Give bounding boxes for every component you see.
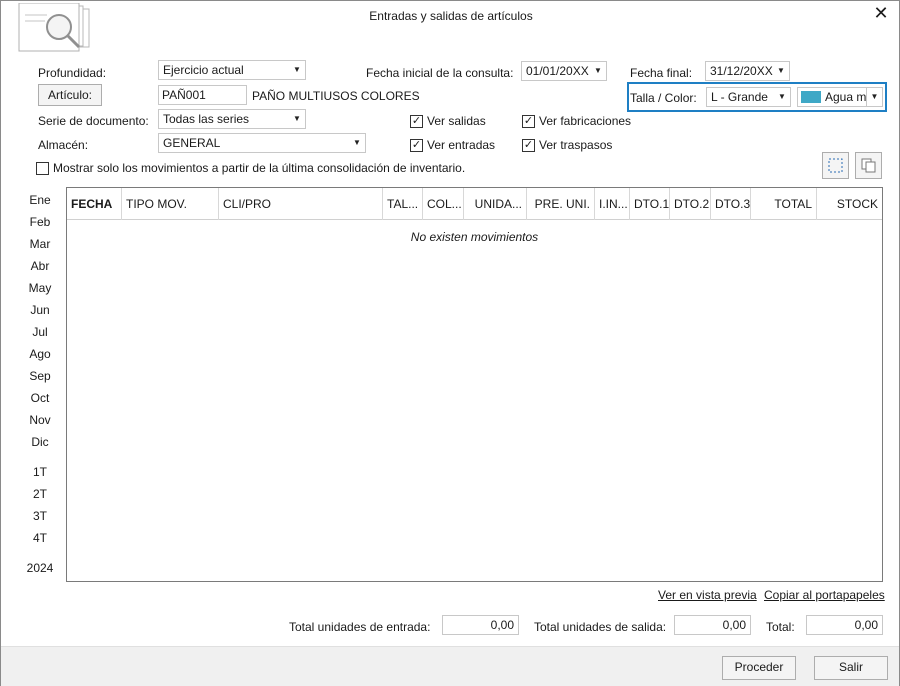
fecha-inicial-picker[interactable]: 01/01/20XX ▼ <box>521 61 607 81</box>
checkbox-unchecked-icon[interactable] <box>36 161 49 175</box>
copy-button[interactable] <box>855 152 882 179</box>
ver-fabricaciones-label: Ver fabricaciones <box>539 114 632 128</box>
total-entrada-label: Total unidades de entrada: <box>289 620 431 634</box>
ver-salidas-label: Ver salidas <box>427 114 486 128</box>
col-talla[interactable]: TAL... <box>383 188 423 220</box>
month-ene[interactable]: Ene <box>21 193 59 207</box>
month-abr[interactable]: Abr <box>21 259 59 273</box>
chevron-down-icon: ▼ <box>777 66 785 75</box>
color-swatch <box>801 91 821 103</box>
chevron-down-icon: ▼ <box>353 138 361 147</box>
mostrar-consolidacion-checkbox[interactable]: Mostrar solo los movimientos a partir de… <box>36 161 465 175</box>
col-total[interactable]: TOTAL <box>751 188 817 220</box>
col-dto3[interactable]: DTO.3 <box>711 188 751 220</box>
profundidad-value: Ejercicio actual <box>163 63 244 77</box>
total-value: 0,00 <box>806 615 883 635</box>
proceder-button[interactable]: Proceder <box>722 656 796 680</box>
ver-traspasos-label: Ver traspasos <box>539 138 613 152</box>
checkbox-checked-icon[interactable]: ✓ <box>522 114 535 128</box>
checkbox-checked-icon[interactable]: ✓ <box>522 138 535 152</box>
col-dto2[interactable]: DTO.2 <box>670 188 711 220</box>
articulo-code-input[interactable]: PAÑ001 <box>158 85 247 105</box>
articulo-name: PAÑO MULTIUSOS COLORES <box>252 89 420 103</box>
col-cli-pro[interactable]: CLI/PRO <box>219 188 383 220</box>
serie-value: Todas las series <box>163 112 250 126</box>
ver-entradas-label: Ver entradas <box>427 138 496 152</box>
total-salida-label: Total unidades de salida: <box>534 620 667 634</box>
close-icon[interactable]: ✕ <box>871 4 891 24</box>
grid-empty-message: No existen movimientos <box>410 230 539 244</box>
col-impuesto[interactable]: I.IN... <box>595 188 630 220</box>
fecha-final-picker[interactable]: 31/12/20XX ▼ <box>705 61 790 81</box>
select-area-button[interactable] <box>822 152 849 179</box>
month-jul[interactable]: Jul <box>21 325 59 339</box>
dialog-window: Entradas y salidas de artículos ✕ Profun… <box>0 0 900 686</box>
year-selector[interactable]: 2024 <box>21 561 59 575</box>
quarter-3t[interactable]: 3T <box>21 509 59 523</box>
movements-grid[interactable]: FECHA TIPO MOV. CLI/PRO TAL... COL... UN… <box>66 187 883 582</box>
mostrar-consolidacion-label: Mostrar solo los movimientos a partir de… <box>53 161 466 175</box>
serie-select[interactable]: Todas las series ▼ <box>158 109 306 129</box>
ver-entradas-checkbox[interactable]: ✓ Ver entradas <box>410 138 495 152</box>
almacen-label: Almacén: <box>38 138 89 152</box>
chevron-down-icon: ▼ <box>594 66 602 75</box>
vista-previa-link[interactable]: Ver en vista previa <box>658 588 757 602</box>
month-may[interactable]: May <box>21 281 59 295</box>
col-precio-unitario[interactable]: PRE. UNI. <box>527 188 595 220</box>
month-nov[interactable]: Nov <box>21 413 59 427</box>
month-feb[interactable]: Feb <box>21 215 59 229</box>
color-value: Agua m <box>825 90 867 104</box>
total-label: Total: <box>766 620 795 634</box>
ver-fabricaciones-checkbox[interactable]: ✓ Ver fabricaciones <box>522 114 631 128</box>
month-sep[interactable]: Sep <box>21 369 59 383</box>
month-ago[interactable]: Ago <box>21 347 59 361</box>
copiar-portapapeles-link[interactable]: Copiar al portapapeles <box>764 588 885 602</box>
talla-value: L - Grande <box>711 90 768 104</box>
talla-color-label: Talla / Color: <box>630 91 697 105</box>
checkbox-checked-icon[interactable]: ✓ <box>410 114 423 128</box>
month-oct[interactable]: Oct <box>21 391 59 405</box>
almacen-value: GENERAL <box>163 136 221 150</box>
chevron-down-icon: ▼ <box>293 114 301 123</box>
salir-button[interactable]: Salir <box>814 656 888 680</box>
quarter-4t[interactable]: 4T <box>21 531 59 545</box>
month-dic[interactable]: Dic <box>21 435 59 449</box>
articulo-button[interactable]: Artículo: <box>38 84 102 106</box>
color-select[interactable]: Agua m ▼ <box>797 87 883 107</box>
month-jun[interactable]: Jun <box>21 303 59 317</box>
fecha-inicial-value: 01/01/20XX <box>526 64 589 78</box>
grid-header: FECHA TIPO MOV. CLI/PRO TAL... COL... UN… <box>67 188 882 220</box>
fecha-inicial-label: Fecha inicial de la consulta: <box>366 66 514 80</box>
chevron-down-icon: ▼ <box>293 65 301 74</box>
fecha-final-value: 31/12/20XX <box>710 64 773 78</box>
ver-salidas-checkbox[interactable]: ✓ Ver salidas <box>410 114 486 128</box>
total-salida-value: 0,00 <box>674 615 751 635</box>
checkbox-checked-icon[interactable]: ✓ <box>410 138 423 152</box>
col-color[interactable]: COL... <box>423 188 464 220</box>
total-entrada-value: 0,00 <box>442 615 519 635</box>
quarter-1t[interactable]: 1T <box>21 465 59 479</box>
col-stock[interactable]: STOCK <box>817 188 882 220</box>
select-area-icon <box>828 158 843 173</box>
copy-icon <box>861 158 876 173</box>
quarter-2t[interactable]: 2T <box>21 487 59 501</box>
col-fecha[interactable]: FECHA <box>67 188 122 220</box>
window-title: Entradas y salidas de artículos <box>369 9 533 23</box>
chevron-down-icon: ▼ <box>778 92 786 101</box>
col-unidades[interactable]: UNIDA... <box>464 188 527 220</box>
almacen-select[interactable]: GENERAL ▼ <box>158 133 366 153</box>
chevron-down-icon: ▼ <box>866 88 882 106</box>
ver-traspasos-checkbox[interactable]: ✓ Ver traspasos <box>522 138 612 152</box>
col-dto1[interactable]: DTO.1 <box>630 188 670 220</box>
month-mar[interactable]: Mar <box>21 237 59 251</box>
profundidad-select[interactable]: Ejercicio actual ▼ <box>158 60 306 80</box>
serie-label: Serie de documento: <box>38 114 149 128</box>
talla-select[interactable]: L - Grande ▼ <box>706 87 791 107</box>
col-tipo-mov[interactable]: TIPO MOV. <box>122 188 219 220</box>
profundidad-label: Profundidad: <box>38 66 107 80</box>
fecha-final-label: Fecha final: <box>630 66 693 80</box>
